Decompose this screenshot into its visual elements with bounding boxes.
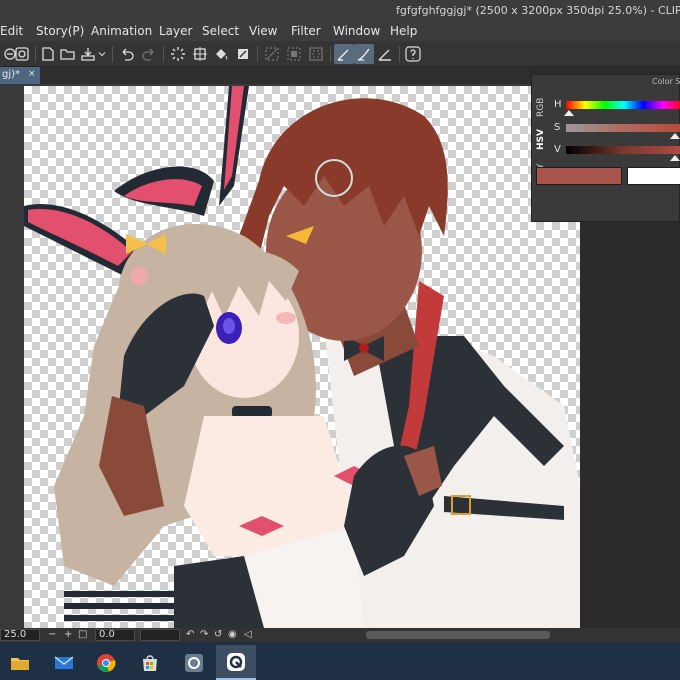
panel-title: Color Sli xyxy=(652,77,680,86)
selection-border-button[interactable] xyxy=(306,44,326,64)
new-file-icon xyxy=(42,47,54,61)
horizontal-scrollbar[interactable] xyxy=(366,631,550,639)
stabilizer-button[interactable] xyxy=(354,44,374,64)
value-label: V xyxy=(554,144,561,155)
deselect-button[interactable] xyxy=(262,44,282,64)
brush-icon xyxy=(357,48,370,61)
drawing-canvas[interactable] xyxy=(24,86,580,628)
save-button[interactable] xyxy=(78,44,98,64)
title-bar: fgfgfghfggjgj* (2500 x 3200px 350dpi 25.… xyxy=(0,0,680,22)
flip-icon[interactable]: ◉ xyxy=(228,629,237,640)
zoom-out-button[interactable]: − xyxy=(48,629,56,640)
menu-animation[interactable]: Animation xyxy=(91,24,152,38)
slider-marker[interactable] xyxy=(564,110,575,116)
transform-button[interactable] xyxy=(190,44,210,64)
mail-icon xyxy=(54,655,74,669)
pen-button[interactable] xyxy=(334,44,354,64)
status-bar: 25.0 − + □ 0.0 ↶ ↷ ↺ ◉ ◁ xyxy=(0,628,680,642)
taskbar-store[interactable] xyxy=(130,645,170,680)
close-icon[interactable]: × xyxy=(28,69,36,79)
open-button[interactable] xyxy=(58,44,78,64)
rotation-slider[interactable] xyxy=(140,629,180,641)
artwork-illustration xyxy=(24,86,580,628)
tab-rgb[interactable]: RGB xyxy=(536,93,550,121)
invert-selection-button[interactable] xyxy=(284,44,304,64)
save-icon xyxy=(81,48,95,61)
window-title: fgfgfghfggjgj* (2500 x 3200px 350dpi 25.… xyxy=(396,4,680,17)
app-window: fgfgfghfggjgj* (2500 x 3200px 350dpi 25.… xyxy=(0,0,680,680)
windows-taskbar xyxy=(0,642,680,680)
fill-icon xyxy=(216,49,228,60)
menu-filter[interactable]: Filter xyxy=(291,24,321,38)
clip-studio-button[interactable] xyxy=(12,44,32,64)
value-slider[interactable] xyxy=(566,146,680,154)
loading-button[interactable] xyxy=(168,44,188,64)
menu-select[interactable]: Select xyxy=(202,24,239,38)
undo-icon xyxy=(122,48,134,61)
clear-icon xyxy=(238,49,248,59)
selection-border-icon xyxy=(309,47,323,61)
deselect-icon xyxy=(265,47,279,61)
sub-color-swatch[interactable] xyxy=(627,167,680,185)
taskbar-clip-studio[interactable] xyxy=(174,645,214,680)
color-slider-panel: Color Sli RGB HSV CMY H S V xyxy=(531,74,680,222)
taskbar-mail[interactable] xyxy=(44,645,84,680)
tab-hsv[interactable]: HSV xyxy=(536,123,550,157)
clear-button[interactable] xyxy=(233,44,253,64)
rotation-field[interactable]: 0.0 xyxy=(95,629,135,641)
new-button[interactable] xyxy=(38,44,58,64)
file-explorer-icon xyxy=(11,657,29,670)
clip-studio-icon xyxy=(185,653,203,672)
menu-view[interactable]: View xyxy=(249,24,277,38)
main-color-swatch[interactable] xyxy=(536,167,622,185)
zoom-field[interactable]: 25.0 xyxy=(0,629,40,641)
document-tab-label: gj)* xyxy=(2,69,21,80)
ruler-button[interactable] xyxy=(375,44,395,64)
taskbar-file-explorer[interactable] xyxy=(0,645,40,680)
rotate-left-icon[interactable]: ↶ xyxy=(186,629,194,640)
slider-marker[interactable] xyxy=(670,155,680,161)
menu-edit[interactable]: Edit xyxy=(0,24,23,38)
flip-vertical-icon[interactable]: ◁ xyxy=(244,629,252,640)
hue-label: H xyxy=(554,99,562,110)
open-icon xyxy=(60,49,75,60)
invert-selection-icon xyxy=(287,47,301,61)
rotate-right-icon[interactable]: ↷ xyxy=(200,629,208,640)
menu-story[interactable]: Story(P) xyxy=(36,24,84,38)
saturation-label: S xyxy=(554,122,561,133)
menu-layer[interactable]: Layer xyxy=(159,24,192,38)
document-tab[interactable]: gj)* × xyxy=(0,67,40,84)
fill-button[interactable] xyxy=(211,44,231,64)
undo-button[interactable] xyxy=(117,44,137,64)
saturation-slider[interactable] xyxy=(566,124,680,132)
redo-button[interactable] xyxy=(139,44,159,64)
help-button[interactable] xyxy=(403,44,423,64)
menu-bar: Edit Story(P) Animation Layer Select Vie… xyxy=(0,22,680,41)
spinner-icon xyxy=(171,47,185,61)
slider-marker[interactable] xyxy=(670,133,680,139)
zoom-in-button[interactable]: + xyxy=(64,629,72,640)
clip-studio-paint-icon xyxy=(227,652,245,671)
chevron-down-icon xyxy=(98,52,106,57)
ruler-icon xyxy=(378,49,391,61)
reset-rotation-icon[interactable]: ↺ xyxy=(214,629,222,640)
menu-window[interactable]: Window xyxy=(333,24,380,38)
chrome-icon xyxy=(97,653,116,672)
command-bar xyxy=(0,41,680,67)
clip-studio-icon xyxy=(15,47,29,61)
taskbar-clip-studio-paint[interactable] xyxy=(216,645,256,680)
help-icon xyxy=(405,46,421,62)
transform-icon xyxy=(193,47,207,61)
taskbar-chrome[interactable] xyxy=(86,645,126,680)
tab-strip xyxy=(40,67,530,84)
menu-help[interactable]: Help xyxy=(390,24,417,38)
store-icon xyxy=(143,654,157,671)
hue-slider[interactable] xyxy=(566,101,680,109)
redo-icon xyxy=(142,48,154,61)
pen-icon xyxy=(337,49,349,61)
fit-icon[interactable]: □ xyxy=(78,629,87,640)
save-dropdown-button[interactable] xyxy=(96,44,108,64)
